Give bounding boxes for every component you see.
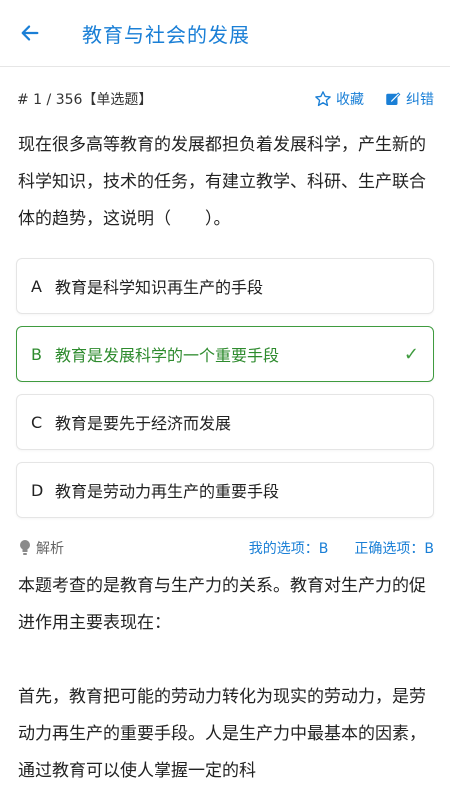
my-answer: 我的选项：B: [248, 541, 329, 557]
option-text: 教育是发展科学的一个重要手段: [55, 346, 280, 365]
page-title: 教育与社会的发展: [82, 22, 250, 47]
option-key: D: [31, 480, 44, 500]
favorite-button[interactable]: 收藏: [314, 89, 364, 109]
lightbulb-icon: [20, 540, 30, 555]
analysis-paragraph: 本题考查的是教育与生产力的关系。教育对生产力的促进作用主要表现在：: [18, 576, 426, 633]
report-error-label: 纠错: [406, 92, 434, 108]
option-text: 教育是要先于经济而发展: [55, 414, 232, 433]
favorite-label: 收藏: [336, 92, 364, 108]
option-c[interactable]: C 教育是要先于经济而发展: [16, 394, 434, 450]
analysis-label: 解析: [36, 541, 64, 557]
correct-answer: 正确选项：B: [354, 541, 434, 557]
analysis-text: 本题考查的是教育与生产力的关系。教育对生产力的促进作用主要表现在： 首先，教育把…: [0, 568, 450, 790]
option-text: 教育是科学知识再生产的手段: [55, 278, 264, 297]
question-meta-row: # 1 / 356【单选题】 收藏 纠错: [0, 67, 450, 131]
edit-icon: [386, 92, 401, 105]
option-key: B: [31, 344, 42, 364]
star-outline-icon: [315, 91, 331, 107]
option-d[interactable]: D 教育是劳动力再生产的重要手段: [16, 462, 434, 518]
option-b[interactable]: B 教育是发展科学的一个重要手段 ✓: [16, 326, 434, 382]
question-text: 现在很多高等教育的发展都担负着发展科学，产生新的科学知识，技术的任务，有建立教学…: [18, 135, 426, 229]
check-icon: ✓: [403, 343, 419, 365]
analysis-header: 解析 我的选项：B 正确选项：B: [0, 536, 450, 560]
top-app-bar: 教育与社会的发展: [0, 0, 450, 67]
option-key: A: [31, 276, 42, 296]
question-number: # 1 / 356【单选题】: [17, 92, 153, 108]
option-key: C: [31, 412, 43, 432]
option-text: 教育是劳动力再生产的重要手段: [55, 482, 280, 501]
report-error-button[interactable]: 纠错: [384, 89, 434, 109]
back-button[interactable]: [2, 0, 58, 66]
analysis-paragraph: 首先，教育把可能的劳动力转化为现实的劳动力，是劳动力再生产的重要手段。人是生产力…: [18, 687, 426, 781]
option-a[interactable]: A 教育是科学知识再生产的手段: [16, 258, 434, 314]
arrow-left-icon: [21, 25, 39, 41]
options-list: A 教育是科学知识再生产的手段 B 教育是发展科学的一个重要手段 ✓ C 教育是…: [0, 258, 450, 518]
